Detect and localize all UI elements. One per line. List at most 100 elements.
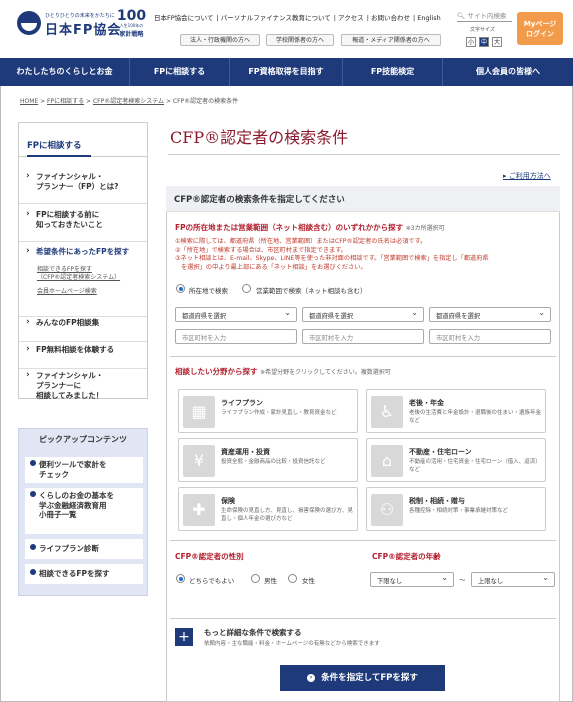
crumb-system[interactable]: CFP®認定者検索システム xyxy=(93,98,164,105)
site-header: ひとりひとりの未来をかたちに 日本FP協会 100 人生100年の 家計戦略 日… xyxy=(0,0,573,58)
radio-gender-female[interactable] xyxy=(288,574,297,583)
sidebar-item-consult-collection[interactable]: みんなのFP相談集 xyxy=(19,317,147,342)
more-conditions-title[interactable]: もっと詳細な条件で検索する xyxy=(204,627,302,638)
prefecture-select-2[interactable]: 都道府県を選択 xyxy=(302,307,424,322)
field-card-retirement[interactable]: ♿︎ 老後・年金 老後の生活費と年金設計・退職後の住まい・遺族年金など xyxy=(366,389,546,433)
pickup-item-lifeplan[interactable]: ライフプラン診断 xyxy=(25,539,143,559)
font-size-large[interactable]: 大 xyxy=(492,37,502,47)
badge-number: 100 xyxy=(116,8,147,24)
radio-service-area-label: 営業範囲で検索（ネット相談も含む） xyxy=(256,287,367,295)
crumb-home[interactable]: HOME xyxy=(20,98,38,105)
elderly-icon: ♿︎ xyxy=(371,396,403,428)
top-link-english[interactable]: English xyxy=(417,14,440,22)
field-card-tax-inheritance[interactable]: ⚇ 税制・相続・贈与 各種控除・相続対策・事業承継対策など xyxy=(366,487,546,531)
sidebar-item-find-fp[interactable]: 希望条件にあったFPを探す xyxy=(19,246,147,317)
mypage-login-button[interactable]: Myページ ログイン xyxy=(517,12,563,45)
sidebar-item-tried-consult[interactable]: ファイナンシャル・ プランナーに 相談してみました！ xyxy=(19,370,147,411)
location-section-title: FPの所在地または営業範囲（ネット相談含む）のいずれかから探す ※3カ所選択可 xyxy=(175,223,445,232)
lifeplan-icon: ▦ xyxy=(183,396,215,428)
field-card-insurance[interactable]: ✚ 保険 生命保険の見直し方、見直し、損害保険の選び方、見直し・個人年金の選び方など xyxy=(178,487,358,531)
field-card-investment[interactable]: ¥ 資産運用・投資 投資全般・金融商品の比較・投資信託など xyxy=(178,438,358,482)
age-from-select[interactable]: 下限なし xyxy=(370,572,454,587)
radio-gender-any[interactable] xyxy=(176,574,185,583)
crumb-consult[interactable]: FPに相談する xyxy=(47,98,84,105)
sidebar-item-what-is-fp[interactable]: ファイナンシャル・ プランナー（FP）とは? xyxy=(19,171,147,204)
logo-mark-icon[interactable] xyxy=(17,11,41,35)
panel-head: CFP®認定者の検索条件を指定してください xyxy=(166,186,560,212)
font-size-small[interactable]: 小 xyxy=(466,37,476,47)
sidebar-item-free-consult[interactable]: FP無料相談を体験する xyxy=(19,344,147,369)
sidebar-head[interactable]: FPに相談する xyxy=(19,123,147,157)
submit-label: 条件を指定してFPを探す xyxy=(321,673,418,683)
section-divider-3 xyxy=(170,618,556,619)
age-tilde: 〜 xyxy=(459,576,466,584)
gender-any-label: どちらでもよい xyxy=(189,577,235,585)
pickup-item-tools[interactable]: 便利ツールで家計を チェック xyxy=(25,457,143,483)
field-card-real-estate[interactable]: ⌂ 不動産・住宅ローン 不動産の活用・住宅資金・住宅ローン（借入、返済）など xyxy=(366,438,546,482)
pickup-item-booklets[interactable]: くらしのお金の基本を 学ぶ金融経済教育用 小冊子一覧 xyxy=(25,488,143,534)
top-link-about[interactable]: 日本FP協会について xyxy=(154,14,213,22)
search-input[interactable]: 🔍︎ サイト内検索 xyxy=(457,10,512,22)
section-divider xyxy=(170,356,556,357)
prefecture-select-1[interactable]: 都道府県を選択 xyxy=(175,307,297,322)
more-conditions-desc: 依頼内容・主な職能・料金・ホームページの有無などから検索できます xyxy=(204,641,380,647)
age-to-select[interactable]: 上限なし xyxy=(471,572,555,587)
city-input-3[interactable]: 市区町村を入力 xyxy=(429,329,551,344)
crumb-current: CFP®認定者の検索条件 xyxy=(172,98,239,105)
gender-male-label: 男性 xyxy=(264,577,277,585)
radio-service-area[interactable] xyxy=(242,284,251,293)
city-input-2[interactable]: 市区町村を入力 xyxy=(302,329,424,344)
gnav-qualification[interactable]: FP資格取得を目指す xyxy=(230,58,343,86)
section-divider-2 xyxy=(170,540,556,541)
breadcrumb: HOME > FPに相談する > CFP®認定者検索システム > CFP®認定者… xyxy=(20,98,239,105)
top-link-access[interactable]: アクセス xyxy=(338,14,364,22)
gnav-members[interactable]: 個人会員の皆様へ xyxy=(443,58,573,86)
search-icon: 🔍︎ xyxy=(457,12,466,20)
font-size-medium[interactable]: 中 xyxy=(479,37,489,47)
sidebar-sub-cfp-search[interactable]: 相談できるFPを探す （CFP®認定者検索システム） xyxy=(37,266,120,281)
audience-media-button[interactable]: 報道・メディア関係者の方へ xyxy=(341,34,441,46)
house-icon: ⌂ xyxy=(371,445,403,477)
global-nav: わたしたちのくらしとお金 FPに相談する FP資格取得を目指す FP技能検定 個… xyxy=(0,58,573,86)
fields-section-title: 相談したい分野から探す ※希望分野をクリックしてください。複数選択可 xyxy=(175,367,391,376)
prefecture-select-3[interactable]: 都道府県を選択 xyxy=(429,307,551,322)
badge-label: 家計戦略 xyxy=(119,31,144,38)
family-icon: ⚇ xyxy=(371,494,403,526)
location-notes: ①検索に際しては、都道府県（所在地、営業範囲）またはCFP®認定者の氏名は必須で… xyxy=(175,238,489,271)
audience-corporate-button[interactable]: 法人・行政機関の方へ xyxy=(180,34,260,46)
sidebar-sub-member-hp[interactable]: 会員ホームページ検索 xyxy=(37,288,97,296)
sidebar-item-before-consult[interactable]: FPに相談する前に 知っておきたいこと xyxy=(19,209,147,242)
gnav-consult[interactable]: FPに相談する xyxy=(130,58,230,86)
search-placeholder: サイト内検索 xyxy=(467,12,507,20)
gnav-exam[interactable]: FP技能検定 xyxy=(343,58,443,86)
gnav-living-money[interactable]: わたしたちのくらしとお金 xyxy=(0,58,130,86)
top-link-contact[interactable]: お問い合わせ xyxy=(371,14,410,22)
top-links: 日本FP協会について | パーソナルファイナンス教育について | アクセス | お問い… xyxy=(154,14,441,22)
coins-icon: ¥ xyxy=(183,445,215,477)
expand-plus-icon[interactable]: + xyxy=(175,628,193,646)
pickup-item-find-fp[interactable]: 相談できるFPを探す xyxy=(25,564,143,584)
audience-school-button[interactable]: 学校関係者の方へ xyxy=(266,34,334,46)
badge-100[interactable]: 100 人生100年の 家計戦略 xyxy=(115,8,148,38)
radio-location[interactable] xyxy=(176,284,185,293)
gender-section-title: CFP®認定者の性別 xyxy=(175,552,244,561)
logo-tagline: ひとりひとりの未来をかたちに xyxy=(45,13,115,19)
city-input-1[interactable]: 市区町村を入力 xyxy=(175,329,297,344)
sidebar: FPに相談する ファイナンシャル・ プランナー（FP）とは? FPに相談する前に… xyxy=(18,122,148,400)
pickup-title: ピックアップコンテンツ xyxy=(39,435,127,444)
page-title: CFP®認定者の検索条件 xyxy=(170,128,349,147)
radio-gender-male[interactable] xyxy=(251,574,260,583)
arrow-right-icon: › xyxy=(307,673,316,682)
gender-female-label: 女性 xyxy=(302,577,315,585)
plus-cross-icon: ✚ xyxy=(183,494,215,526)
title-divider xyxy=(168,154,560,155)
age-section-title: CFP®認定者の年齢 xyxy=(372,552,441,561)
field-card-lifeplan[interactable]: ▦ ライフプラン ライフプラン作成・家計見直し・教育資金など xyxy=(178,389,358,433)
top-link-education[interactable]: パーソナルファイナンス教育について xyxy=(221,14,331,22)
logo-text[interactable]: 日本FP協会 xyxy=(45,19,121,38)
help-link[interactable]: ▸ ご利用方法へ xyxy=(503,171,551,181)
pickup-contents: ピックアップコンテンツ 便利ツールで家計を チェック くらしのお金の基本を 学ぶ… xyxy=(18,428,148,596)
radio-location-label: 所在地で検索 xyxy=(189,287,228,295)
search-submit-button[interactable]: › 条件を指定してFPを探す xyxy=(280,665,445,691)
font-size-label: 文字サイズ xyxy=(470,27,495,33)
